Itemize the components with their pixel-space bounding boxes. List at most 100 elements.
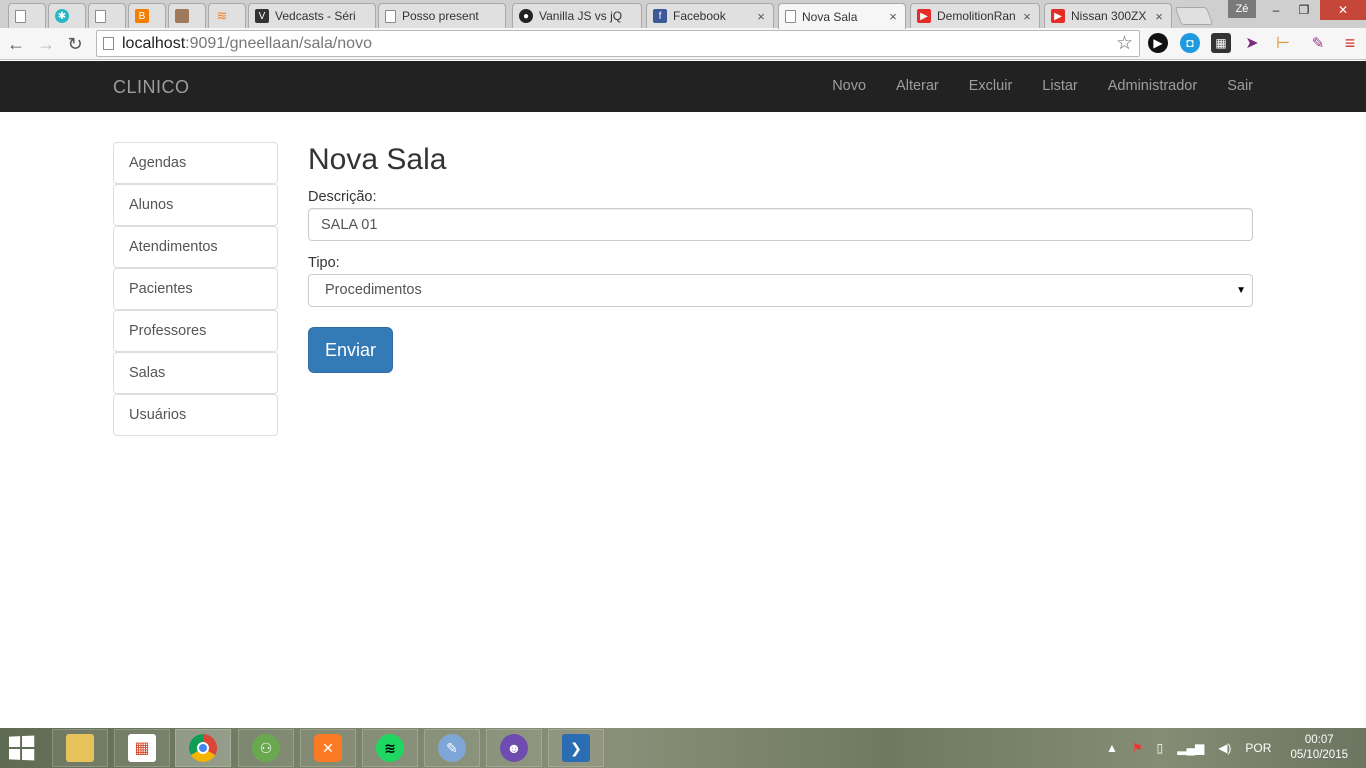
nav-link-administrador[interactable]: Administrador [1093, 61, 1212, 112]
eyedropper-extension-icon[interactable]: ✎ [1308, 33, 1328, 53]
nav-link-excluir[interactable]: Excluir [954, 61, 1028, 112]
close-window-button[interactable]: ✕ [1320, 0, 1366, 20]
browser-tab[interactable] [88, 3, 126, 28]
descricao-input[interactable] [308, 208, 1253, 241]
tipo-label: Tipo: [308, 255, 340, 271]
taskbar-file-explorer[interactable] [52, 729, 108, 767]
pong-icon: ⚇ [252, 734, 280, 762]
nav-link-alterar[interactable]: Alterar [881, 61, 954, 112]
bookmark-star-icon[interactable]: ☆ [1116, 32, 1133, 55]
menu-icon[interactable]: ≡ [1340, 33, 1360, 53]
url-host: localhost [122, 34, 186, 52]
minimize-button[interactable]: – [1262, 0, 1290, 20]
sidebar-menu: Agendas Alunos Atendimentos Pacientes Pr… [113, 142, 278, 436]
tab-label: Nissan 300ZX | [1071, 9, 1149, 23]
volume-icon[interactable]: ◀) [1218, 741, 1231, 755]
sidebar-item-professores[interactable]: Professores [113, 310, 278, 352]
sidebar-item-salas[interactable]: Salas [113, 352, 278, 394]
page-icon [103, 37, 114, 50]
browser-tab[interactable]: ● Vanilla JS vs jQ [512, 3, 642, 28]
browser-toolbar: ← → ↻ localhost:9091/gneellaan/sala/novo… [0, 28, 1366, 60]
spotify-icon: ≋ [376, 734, 404, 762]
reload-button[interactable]: ↻ [63, 32, 87, 56]
battery-icon[interactable]: ▯ [1157, 741, 1164, 755]
page-icon [785, 10, 796, 23]
sidebar-item-usuarios[interactable]: Usuários [113, 394, 278, 436]
page-icon [15, 9, 26, 23]
back-button[interactable]: ← [4, 32, 28, 56]
taskbar-github-desktop[interactable]: ☻ [486, 729, 542, 767]
tab-label: Facebook [673, 9, 726, 23]
signal-icon[interactable]: ▂▄▆ [1177, 741, 1204, 755]
sidebar-item-agendas[interactable]: Agendas [113, 142, 278, 184]
nav-link-novo[interactable]: Novo [817, 61, 881, 112]
browser-tab[interactable] [168, 3, 206, 28]
taskbar-apps[interactable]: ▦ [114, 729, 170, 767]
paint-icon: ✎ [438, 734, 466, 762]
clock-time: 00:07 [1304, 734, 1334, 746]
powershell-icon: ❯ [562, 734, 590, 762]
brand-logo[interactable]: CLINICO [113, 77, 190, 98]
play-extension-icon[interactable]: ▶ [1148, 33, 1168, 53]
tray-expand-icon[interactable]: ▲ [1106, 741, 1118, 755]
page-icon [385, 9, 396, 23]
vedcasts-icon: V [255, 9, 269, 23]
browser-tab[interactable]: ≋ [208, 3, 246, 28]
taskbar-xampp[interactable]: ✕ [300, 729, 356, 767]
forward-button[interactable]: → [34, 32, 58, 56]
tab-close-icon[interactable]: × [755, 9, 767, 24]
browser-tab[interactable]: ▶ Nissan 300ZX | × [1044, 3, 1172, 28]
tab-close-icon[interactable]: × [1153, 9, 1165, 24]
tab-label: DemolitionRan [937, 9, 1016, 23]
enviar-button[interactable]: Enviar [308, 327, 394, 373]
taskbar-powershell[interactable]: ❯ [548, 729, 604, 767]
browser-tab-strip: ✱ B ≋ V Vedcasts - Séri Posso present ● … [0, 0, 1366, 29]
facebook-icon: f [653, 9, 667, 23]
browser-tab[interactable]: Posso present [378, 3, 506, 28]
browser-tab[interactable]: B [128, 3, 166, 28]
tipo-selected-value: Procedimentos [325, 282, 422, 298]
clock-date: 05/10/2015 [1290, 749, 1348, 761]
clock[interactable]: 00:07 05/10/2015 [1290, 733, 1348, 763]
browser-tab[interactable]: V Vedcasts - Séri [248, 3, 376, 28]
profile-button[interactable]: Zé [1228, 0, 1256, 18]
browser-tab-active[interactable]: Nova Sala × [778, 3, 906, 29]
taskbar-paint[interactable]: ✎ [424, 729, 480, 767]
taskbar-chrome[interactable] [175, 729, 231, 767]
flag-icon[interactable]: ⚑ [1132, 741, 1143, 755]
main-content: Nova Sala Descrição: Tipo: Procedimentos… [308, 140, 1253, 373]
dev-extension-icon[interactable]: ⊢ [1273, 33, 1293, 53]
chrome-icon [189, 734, 217, 762]
restore-button[interactable]: ❐ [1290, 0, 1318, 20]
address-bar[interactable]: localhost:9091/gneellaan/sala/novo ☆ [96, 30, 1140, 57]
blogger-icon: B [135, 9, 149, 23]
taskbar-spotify[interactable]: ≋ [362, 729, 418, 767]
nav-link-sair[interactable]: Sair [1212, 61, 1253, 112]
sidebar-item-atendimentos[interactable]: Atendimentos [113, 226, 278, 268]
nav-link-listar[interactable]: Listar [1027, 61, 1092, 112]
page-icon [95, 9, 106, 23]
taskbar-pong[interactable]: ⚇ [238, 729, 294, 767]
arrow-extension-icon[interactable]: ➤ [1242, 33, 1262, 53]
page-title: Nova Sala [308, 143, 447, 176]
browser-tab[interactable] [8, 3, 46, 28]
stackoverflow-icon: ≋ [216, 8, 228, 23]
film-extension-icon[interactable]: ▦ [1211, 33, 1231, 53]
tab-label: Vanilla JS vs jQ [539, 9, 623, 23]
browser-tab[interactable]: ▶ DemolitionRan × [910, 3, 1040, 28]
shield-extension-icon[interactable]: ◘ [1180, 33, 1200, 53]
browser-tab[interactable]: f Facebook × [646, 3, 774, 28]
browser-tab[interactable]: ✱ [48, 3, 86, 28]
sidebar-item-alunos[interactable]: Alunos [113, 184, 278, 226]
new-tab-button[interactable] [1174, 7, 1214, 25]
language-indicator[interactable]: POR [1245, 741, 1271, 755]
windows-start-icon[interactable] [8, 735, 41, 761]
tipo-select[interactable]: Procedimentos ▼ [308, 274, 1253, 307]
sidebar-item-pacientes[interactable]: Pacientes [113, 268, 278, 310]
app-navbar: CLINICO Novo Alterar Excluir Listar Admi… [0, 61, 1366, 112]
avatar-icon [175, 9, 189, 23]
tab-close-icon[interactable]: × [887, 9, 899, 24]
navbar-links: Novo Alterar Excluir Listar Administrado… [817, 61, 1253, 112]
dropdown-caret-icon: ▼ [1236, 285, 1246, 296]
tab-close-icon[interactable]: × [1021, 9, 1033, 24]
